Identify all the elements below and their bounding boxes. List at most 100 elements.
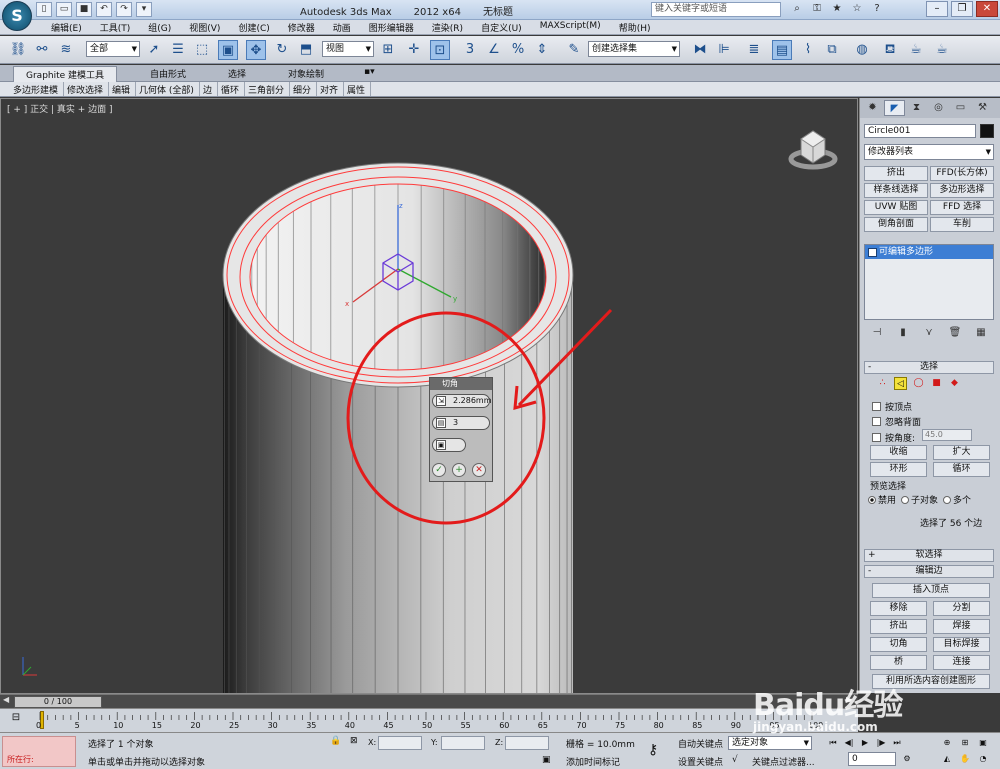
help-icon[interactable]: ? <box>870 2 884 16</box>
align-icon[interactable]: ⊫ <box>714 40 734 60</box>
chamfer-amount-field[interactable]: ⇲ 2.286mm <box>432 394 492 408</box>
preview-multi-radio[interactable]: 多个 <box>943 493 971 506</box>
perspective-viewport[interactable]: z x y [ + ] 正交 | 真实 + 边面 ] 切角 ⇲ 2.286mm ▤… <box>0 98 858 694</box>
ok-check-icon[interactable]: ✓ <box>432 463 446 477</box>
restore-button[interactable]: ❐ <box>951 1 973 17</box>
show-end-result-icon[interactable]: ▮ <box>896 326 910 340</box>
x-coord-input[interactable] <box>378 736 422 750</box>
modifier-list-dropdown[interactable]: 修改器列表 ▼ <box>864 144 994 160</box>
set-key-button[interactable]: 设置关键点 <box>678 755 723 768</box>
mod-poly-select-button[interactable]: 多边形选择 <box>930 183 994 198</box>
edit-named-selection-icon[interactable]: ✎ <box>564 40 584 60</box>
maxscript-listener[interactable]: 所在行: <box>2 736 76 767</box>
panel-loops[interactable]: 循环 <box>218 82 245 96</box>
chamfer-caddy[interactable]: 切角 ⇲ 2.286mm ▤ 3 ▣ ✓ + ✕ <box>429 377 493 482</box>
time-config-icon[interactable]: ⚙ <box>900 753 914 765</box>
tab-object-paint[interactable]: 对象绘制 <box>288 67 324 80</box>
reference-coord-dropdown[interactable]: 视图 ▼ <box>322 41 374 57</box>
loop-button[interactable]: 循环 <box>933 462 990 477</box>
chamfer-button[interactable]: 切角 <box>870 637 927 652</box>
panel-modify-selection[interactable]: 修改选择 <box>64 82 110 96</box>
redo-icon[interactable]: ↷ <box>116 2 132 17</box>
weld-button[interactable]: 焊接 <box>933 619 990 634</box>
edge-level-icon[interactable]: ◁ <box>894 377 907 390</box>
material-editor-icon[interactable]: ◍ <box>852 40 872 60</box>
angle-snap-icon[interactable]: ∠ <box>484 40 504 60</box>
apply-plus-icon[interactable]: + <box>452 463 466 477</box>
save-file-icon[interactable]: ■ <box>76 2 92 17</box>
close-button[interactable]: ✕ <box>976 1 998 17</box>
render-setup-icon[interactable]: ⛾ <box>880 40 900 60</box>
panel-edges[interactable]: 边 <box>200 82 218 96</box>
motion-tab-icon[interactable]: ◎ <box>928 100 949 116</box>
project-folder-icon[interactable]: ▾ <box>136 2 152 17</box>
pan-view-icon[interactable]: ✋ <box>958 753 972 765</box>
rendered-frame-icon[interactable]: ☕ <box>906 40 926 60</box>
menu-graph-editors[interactable]: 图形编辑器 <box>360 20 423 34</box>
bridge-button[interactable]: 桥 <box>870 655 927 670</box>
add-time-tag[interactable]: 添加时间标记 <box>566 755 620 768</box>
ring-button[interactable]: 环形 <box>870 462 927 477</box>
favorites-icon[interactable]: ☆ <box>850 2 864 16</box>
extrude-button[interactable]: 挤出 <box>870 619 927 634</box>
by-angle-checkbox[interactable]: 按角度: <box>872 431 915 444</box>
panel-align[interactable]: 对齐 <box>317 82 345 96</box>
panel-geometry-all[interactable]: 几何体 (全部) <box>136 82 200 96</box>
time-tag-icon[interactable]: ▣ <box>542 755 551 765</box>
cancel-x-icon[interactable]: ✕ <box>472 463 486 477</box>
mod-ffd-select-button[interactable]: FFD 选择 <box>930 200 994 215</box>
hierarchy-tab-icon[interactable]: ⧗ <box>906 100 927 116</box>
split-button[interactable]: 分割 <box>933 601 990 616</box>
open-file-icon[interactable]: ▭ <box>56 2 72 17</box>
prev-frame-icon[interactable]: ◀ <box>3 695 9 704</box>
menu-edit[interactable]: 编辑(E) <box>42 20 91 34</box>
select-object-icon[interactable]: ➚ <box>144 40 164 60</box>
set-key-icon[interactable]: ⚷ <box>648 742 658 758</box>
track-bar[interactable]: ⊟ 0 5 10 15 20 25 30 35 40 45 50 55 60 65 70 75 80 85 90 95… <box>0 708 858 732</box>
orbit-icon[interactable]: ◔ <box>976 753 990 765</box>
goto-start-icon[interactable]: ⏮ <box>826 737 840 749</box>
render-production-icon[interactable]: ☕ <box>932 40 952 60</box>
polygon-level-icon[interactable]: ■ <box>930 377 943 390</box>
menu-tools[interactable]: 工具(T) <box>91 20 140 34</box>
play-icon[interactable]: ▶ <box>858 737 872 749</box>
panel-tris[interactable]: 三角剖分 <box>245 82 290 96</box>
selection-rollout-header[interactable]: - 选择 <box>864 361 994 374</box>
select-and-move-icon[interactable]: ✥ <box>246 40 266 60</box>
stack-item-editable-poly[interactable]: 可编辑多边形 <box>865 245 993 259</box>
menu-views[interactable]: 视图(V) <box>180 20 229 34</box>
tab-selection[interactable]: 选择 <box>228 67 246 80</box>
snaps-toggle-icon[interactable]: 3 <box>460 40 480 60</box>
z-coord-input[interactable] <box>505 736 549 750</box>
y-coord-input[interactable] <box>441 736 485 750</box>
make-unique-icon[interactable]: ⋎ <box>922 326 936 340</box>
prev-key-icon[interactable]: ◀| <box>842 737 856 749</box>
edit-edges-rollout-header[interactable]: - 编辑边 <box>864 565 994 578</box>
object-color-swatch[interactable] <box>980 124 994 138</box>
menu-modifiers[interactable]: 修改器 <box>279 20 324 34</box>
shrink-button[interactable]: 收缩 <box>870 445 927 460</box>
spinner-snap-icon[interactable]: ⇕ <box>532 40 552 60</box>
mirror-icon[interactable]: ⧓ <box>690 40 710 60</box>
object-name-input[interactable]: Circle001 <box>864 124 976 138</box>
help-search-input[interactable]: 键入关键字或短语 <box>651 2 781 17</box>
tab-graphite-modeling[interactable]: Graphite 建模工具 <box>13 66 118 82</box>
bind-space-warp-icon[interactable]: ≋ <box>56 40 76 60</box>
time-slider-handle[interactable]: 0 / 100 <box>14 696 102 708</box>
menu-animation[interactable]: 动画 <box>324 20 360 34</box>
ribbon-options-icon[interactable]: ▪▾ <box>364 67 375 77</box>
selection-filter-dropdown[interactable]: 全部 ▼ <box>86 41 140 57</box>
graphite-toggle-icon[interactable]: ▤ <box>772 40 792 60</box>
select-manipulate-icon[interactable]: ✛ <box>404 40 424 60</box>
by-vertex-checkbox[interactable]: 按顶点 <box>872 400 912 413</box>
layer-manager-icon[interactable]: ≣ <box>744 40 764 60</box>
pivot-center-icon[interactable]: ⊞ <box>378 40 398 60</box>
communication-star-icon[interactable]: ★ <box>830 2 844 16</box>
mod-uvw-map-button[interactable]: UVW 贴图 <box>864 200 928 215</box>
select-and-scale-icon[interactable]: ⬒ <box>296 40 316 60</box>
rectangular-region-icon[interactable]: ⬚ <box>192 40 212 60</box>
ignore-backface-checkbox[interactable]: 忽略背面 <box>872 415 921 428</box>
vertex-level-icon[interactable]: ∴ <box>876 377 889 390</box>
border-level-icon[interactable]: ◯ <box>912 377 925 390</box>
app-logo-icon[interactable]: S <box>2 1 32 31</box>
